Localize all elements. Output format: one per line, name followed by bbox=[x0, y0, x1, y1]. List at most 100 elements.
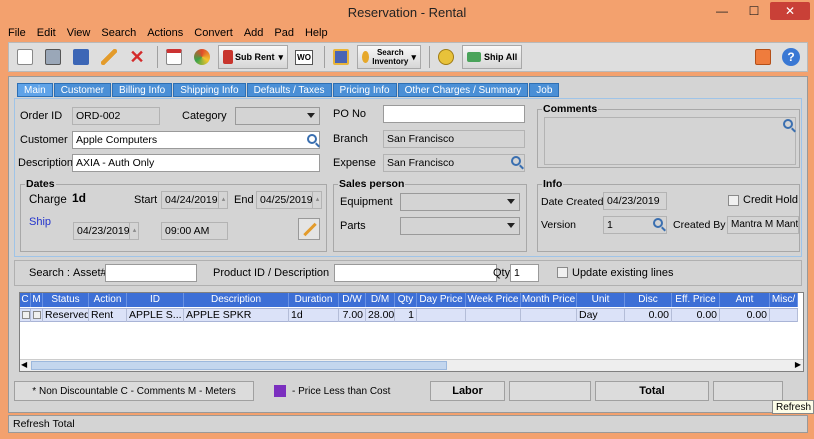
cell-status[interactable]: Reserved bbox=[43, 309, 89, 322]
delete-button[interactable]: ✕ bbox=[125, 45, 149, 69]
col-eff-price[interactable]: Eff. Price bbox=[672, 293, 720, 307]
cart-button[interactable] bbox=[329, 45, 353, 69]
tab-defaults-taxes[interactable]: Defaults / Taxes bbox=[246, 83, 332, 97]
col-m[interactable]: M bbox=[31, 293, 43, 307]
order-id-field[interactable]: ORD-002 bbox=[72, 107, 160, 125]
col-dm[interactable]: D/M bbox=[366, 293, 395, 307]
col-action[interactable]: Action bbox=[89, 293, 127, 307]
refresh-button[interactable] bbox=[190, 45, 214, 69]
expense-search-icon[interactable] bbox=[511, 156, 521, 166]
cell-week-price[interactable] bbox=[466, 309, 521, 322]
menu-edit[interactable]: Edit bbox=[37, 27, 56, 39]
scroll-right-icon[interactable]: ▶ bbox=[795, 360, 801, 369]
cell-id[interactable]: APPLE S... bbox=[127, 309, 184, 322]
col-misc[interactable]: Misc/ bbox=[770, 293, 798, 307]
calendar-button[interactable] bbox=[162, 45, 186, 69]
tab-main[interactable]: Main bbox=[17, 83, 53, 97]
print-button[interactable] bbox=[41, 45, 65, 69]
cell-m[interactable] bbox=[31, 309, 43, 322]
menu-file[interactable]: File bbox=[8, 27, 26, 39]
save-button[interactable] bbox=[69, 45, 93, 69]
ship-time-field[interactable]: 09:00 AM bbox=[161, 222, 228, 240]
menu-help[interactable]: Help bbox=[305, 27, 328, 39]
horizontal-scrollbar[interactable]: ◀ ▶ bbox=[20, 359, 803, 371]
labor-button[interactable]: Labor bbox=[430, 381, 505, 401]
maximize-button[interactable]: ☐ bbox=[740, 2, 768, 20]
row-meter-checkbox[interactable] bbox=[33, 311, 41, 319]
col-description[interactable]: Description bbox=[184, 293, 289, 307]
ship-date-spinner-icon[interactable]: ▴ bbox=[129, 222, 139, 240]
asset-search-input[interactable] bbox=[105, 264, 197, 282]
work-order-button[interactable]: WO bbox=[292, 45, 316, 69]
credit-hold-checkbox[interactable] bbox=[728, 195, 739, 206]
menu-view[interactable]: View bbox=[67, 27, 91, 39]
end-date-spinner-icon[interactable]: ▴ bbox=[312, 191, 322, 209]
tab-pricing-info[interactable]: Pricing Info bbox=[332, 83, 397, 97]
tab-customer[interactable]: Customer bbox=[53, 83, 112, 97]
scroll-left-icon[interactable]: ◀ bbox=[21, 360, 27, 369]
col-week-price[interactable]: Week Price bbox=[466, 293, 521, 307]
comments-search-icon[interactable] bbox=[783, 119, 793, 129]
parts-select[interactable] bbox=[400, 217, 520, 235]
total-button[interactable]: Total bbox=[595, 381, 709, 401]
menu-pad[interactable]: Pad bbox=[274, 27, 294, 39]
ship-link[interactable]: Ship bbox=[29, 216, 51, 228]
po-no-field[interactable] bbox=[383, 105, 525, 123]
edit-button[interactable] bbox=[97, 45, 121, 69]
new-button[interactable] bbox=[13, 45, 37, 69]
category-select[interactable] bbox=[235, 107, 320, 125]
start-date-spinner-icon[interactable]: ▴ bbox=[218, 191, 228, 209]
tab-job[interactable]: Job bbox=[529, 83, 560, 97]
col-qty[interactable]: Qty bbox=[395, 293, 417, 307]
col-c[interactable]: C bbox=[20, 293, 31, 307]
tab-shipping-info[interactable]: Shipping Info bbox=[173, 83, 246, 97]
customer-search-icon[interactable] bbox=[307, 134, 317, 144]
cell-month-price[interactable] bbox=[521, 309, 577, 322]
col-disc[interactable]: Disc bbox=[625, 293, 672, 307]
cell-action[interactable]: Rent bbox=[89, 309, 127, 322]
col-dw[interactable]: D/W bbox=[339, 293, 366, 307]
version-search-icon[interactable] bbox=[653, 218, 663, 228]
minimize-button[interactable]: — bbox=[708, 2, 736, 20]
ship-all-button[interactable]: Ship All bbox=[462, 45, 523, 69]
col-duration[interactable]: Duration bbox=[289, 293, 339, 307]
cell-dm[interactable]: 28.00 bbox=[366, 309, 395, 322]
search-inventory-button[interactable]: Search Inventory ▾ bbox=[357, 45, 422, 69]
product-search-input[interactable] bbox=[334, 264, 497, 282]
col-id[interactable]: ID bbox=[127, 293, 184, 307]
col-day-price[interactable]: Day Price bbox=[417, 293, 466, 307]
qty-input[interactable]: 1 bbox=[510, 264, 539, 282]
table-row[interactable]: Reserved Rent APPLE S... APPLE SPKR 1d 7… bbox=[20, 308, 798, 322]
close-button[interactable]: ✕ bbox=[770, 2, 810, 20]
cell-description[interactable]: APPLE SPKR bbox=[184, 309, 289, 322]
cell-amt[interactable]: 0.00 bbox=[720, 309, 770, 322]
cell-day-price[interactable] bbox=[417, 309, 466, 322]
scrollbar-thumb[interactable] bbox=[31, 361, 447, 370]
menu-add[interactable]: Add bbox=[244, 27, 264, 39]
menu-actions[interactable]: Actions bbox=[147, 27, 183, 39]
sub-rent-button[interactable]: Sub Rent ▾ bbox=[218, 45, 289, 69]
comments-field[interactable] bbox=[544, 117, 796, 165]
update-existing-checkbox[interactable] bbox=[557, 267, 568, 278]
cell-disc[interactable]: 0.00 bbox=[625, 309, 672, 322]
tab-other-charges-summary[interactable]: Other Charges / Summary bbox=[397, 83, 529, 97]
col-status[interactable]: Status bbox=[43, 293, 89, 307]
col-unit[interactable]: Unit bbox=[577, 293, 625, 307]
col-amt[interactable]: Amt bbox=[720, 293, 770, 307]
edit-dates-button[interactable] bbox=[298, 218, 320, 240]
description-field[interactable]: AXIA - Auth Only bbox=[72, 154, 320, 172]
cell-qty[interactable]: 1 bbox=[395, 309, 417, 322]
coins-button[interactable] bbox=[434, 45, 458, 69]
equipment-select[interactable] bbox=[400, 193, 520, 211]
menu-convert[interactable]: Convert bbox=[194, 27, 233, 39]
cell-eff-price[interactable]: 0.00 bbox=[672, 309, 720, 322]
help-button[interactable]: ? bbox=[779, 45, 803, 69]
cell-misc[interactable] bbox=[770, 309, 798, 322]
customer-field[interactable]: Apple Computers bbox=[72, 131, 320, 149]
cell-duration[interactable]: 1d bbox=[289, 309, 339, 322]
row-checkbox[interactable] bbox=[22, 311, 30, 319]
tab-billing-info[interactable]: Billing Info bbox=[112, 83, 173, 97]
menu-search[interactable]: Search bbox=[101, 27, 136, 39]
export-button[interactable] bbox=[751, 45, 775, 69]
cell-unit[interactable]: Day bbox=[577, 309, 625, 322]
